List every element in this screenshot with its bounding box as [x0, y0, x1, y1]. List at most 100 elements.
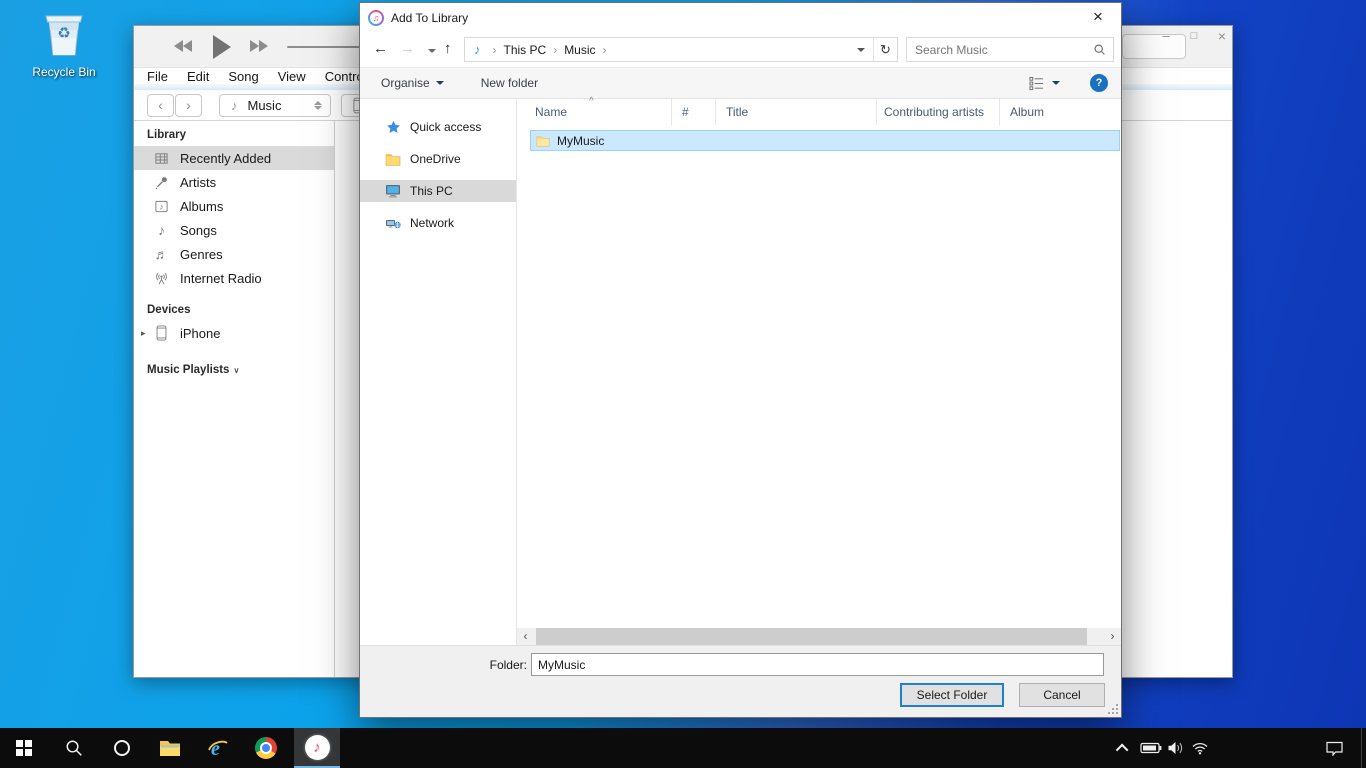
- internet-explorer-button[interactable]: e: [196, 728, 240, 768]
- horizontal-scrollbar[interactable]: ‹ ›: [517, 628, 1121, 645]
- itunes-app-icon: ♫: [368, 10, 384, 26]
- selector-chevrons-icon: [314, 101, 322, 110]
- column-header-album[interactable]: Album: [1000, 99, 1121, 125]
- play-button[interactable]: [213, 35, 231, 59]
- album-icon: ♪: [153, 198, 170, 215]
- scroll-right-icon[interactable]: ›: [1104, 628, 1121, 645]
- devices-header: Devices: [147, 302, 334, 318]
- close-icon[interactable]: ×: [1084, 7, 1112, 27]
- forward-arrow-icon[interactable]: →: [400, 41, 415, 57]
- cortana-button[interactable]: [100, 728, 144, 768]
- up-arrow-icon[interactable]: ↑: [444, 41, 452, 57]
- sidebar-item-albums[interactable]: ♪ Albums: [134, 194, 334, 218]
- breadcrumb-this-pc[interactable]: This PC: [504, 43, 547, 57]
- media-kind-selector[interactable]: ♪ Music: [219, 94, 331, 117]
- minimize-icon[interactable]: –: [1154, 27, 1178, 45]
- search-icon[interactable]: [1093, 43, 1106, 56]
- fast-forward-button[interactable]: [250, 40, 268, 52]
- scrollbar-thumb[interactable]: [536, 628, 1087, 645]
- back-button[interactable]: ‹: [147, 94, 174, 117]
- column-header-number[interactable]: #: [672, 99, 716, 125]
- menu-view[interactable]: View: [278, 69, 306, 84]
- select-folder-button[interactable]: Select Folder: [900, 683, 1004, 707]
- taskbar-search-button[interactable]: [52, 728, 96, 768]
- file-row-mymusic[interactable]: MyMusic: [530, 130, 1120, 151]
- details-view-icon[interactable]: [1029, 76, 1044, 91]
- show-desktop-button[interactable]: [1361, 728, 1366, 768]
- folder-name-input[interactable]: [531, 653, 1104, 676]
- chrome-button[interactable]: [244, 728, 288, 768]
- dialog-toolbar: Organise New folder ?: [360, 67, 1121, 99]
- menu-song[interactable]: Song: [228, 69, 258, 84]
- sidebar-item-songs[interactable]: ♪ Songs: [134, 218, 334, 242]
- breadcrumb-music[interactable]: Music: [564, 43, 595, 57]
- volume-slider[interactable]: [287, 46, 365, 48]
- folder-icon: [385, 152, 401, 166]
- forward-button[interactable]: ›: [175, 94, 202, 117]
- new-folder-label: New folder: [481, 76, 538, 90]
- start-button[interactable]: [0, 728, 48, 768]
- tray-volume[interactable]: [1164, 728, 1188, 768]
- recycle-bin[interactable]: ♻ Recycle Bin: [18, 8, 110, 79]
- close-icon[interactable]: ×: [1210, 27, 1234, 45]
- sidebar-item-internet-radio[interactable]: Internet Radio: [134, 266, 334, 290]
- genres-icon: ♬: [153, 246, 170, 263]
- sidebar-item-genres[interactable]: ♬ Genres: [134, 242, 334, 266]
- tray-battery[interactable]: [1138, 728, 1164, 768]
- column-header-contributing-artists[interactable]: Contributing artists: [877, 99, 1000, 125]
- column-label: Name: [535, 105, 567, 119]
- wifi-icon: [1191, 741, 1209, 755]
- tray-wifi[interactable]: [1188, 728, 1212, 768]
- nav-item-label: OneDrive: [410, 152, 461, 166]
- menu-file[interactable]: File: [147, 69, 168, 84]
- organise-label: Organise: [381, 76, 430, 90]
- sidebar-item-artists[interactable]: Artists: [134, 170, 334, 194]
- itunes-sidebar: Library Recently Added Artists ♪ Albums: [134, 121, 335, 677]
- menu-edit[interactable]: Edit: [187, 69, 209, 84]
- nav-item-network[interactable]: Network: [360, 212, 516, 234]
- sidebar-item-iphone[interactable]: ▸ iPhone: [134, 321, 334, 345]
- column-headers: Name ^ # Title Contributing artists Albu…: [517, 99, 1121, 125]
- library-header: Library: [147, 127, 334, 143]
- organise-button[interactable]: Organise: [381, 76, 444, 90]
- chevron-right-icon[interactable]: ›: [596, 43, 614, 57]
- scrollbar-track[interactable]: [534, 628, 1104, 645]
- help-button[interactable]: ?: [1090, 74, 1108, 92]
- sidebar-item-label: Internet Radio: [180, 271, 262, 286]
- search-icon: [65, 739, 83, 757]
- chevron-right-icon[interactable]: ›: [546, 43, 564, 57]
- search-box: [906, 37, 1114, 62]
- rewind-button[interactable]: [174, 40, 192, 52]
- tray-show-hidden-icons[interactable]: [1112, 728, 1134, 768]
- file-explorer-button[interactable]: [148, 728, 192, 768]
- nav-item-onedrive[interactable]: OneDrive: [360, 148, 516, 170]
- column-header-name[interactable]: Name ^: [517, 99, 672, 125]
- expander-icon[interactable]: ▸: [141, 328, 149, 339]
- nav-item-label: Network: [410, 216, 454, 230]
- file-list: Name ^ # Title Contributing artists Albu…: [517, 99, 1121, 645]
- recycle-bin-icon: ♻: [41, 8, 87, 58]
- chrome-icon: [255, 737, 277, 759]
- scroll-left-icon[interactable]: ‹: [517, 628, 534, 645]
- nav-item-quick-access[interactable]: Quick access: [360, 116, 516, 138]
- column-header-title[interactable]: Title: [716, 99, 877, 125]
- breadcrumb[interactable]: ♪ › This PC › Music › ↻: [464, 37, 898, 62]
- itunes-taskbar-button[interactable]: ♪: [294, 728, 340, 768]
- maximize-icon[interactable]: □: [1182, 27, 1206, 45]
- nav-item-label: Quick access: [410, 120, 481, 134]
- new-folder-button[interactable]: New folder: [481, 76, 538, 90]
- sidebar-item-label: Genres: [180, 247, 223, 262]
- back-arrow-icon[interactable]: ←: [373, 41, 388, 57]
- address-dropdown-icon[interactable]: [857, 48, 865, 52]
- action-center-button[interactable]: [1320, 728, 1348, 768]
- nav-item-this-pc[interactable]: This PC: [360, 180, 516, 202]
- media-kind-value: Music: [248, 98, 282, 113]
- cancel-button[interactable]: Cancel: [1019, 683, 1105, 707]
- search-input[interactable]: [907, 43, 1093, 57]
- sidebar-item-recently-added[interactable]: Recently Added: [134, 146, 334, 170]
- recent-locations-chevron-icon[interactable]: [428, 49, 436, 53]
- refresh-icon[interactable]: ↻: [873, 38, 897, 61]
- music-playlists-header[interactable]: Music Playlists∨: [147, 362, 334, 379]
- resize-grip[interactable]: [1108, 704, 1118, 714]
- chevron-down-icon[interactable]: [1052, 81, 1060, 85]
